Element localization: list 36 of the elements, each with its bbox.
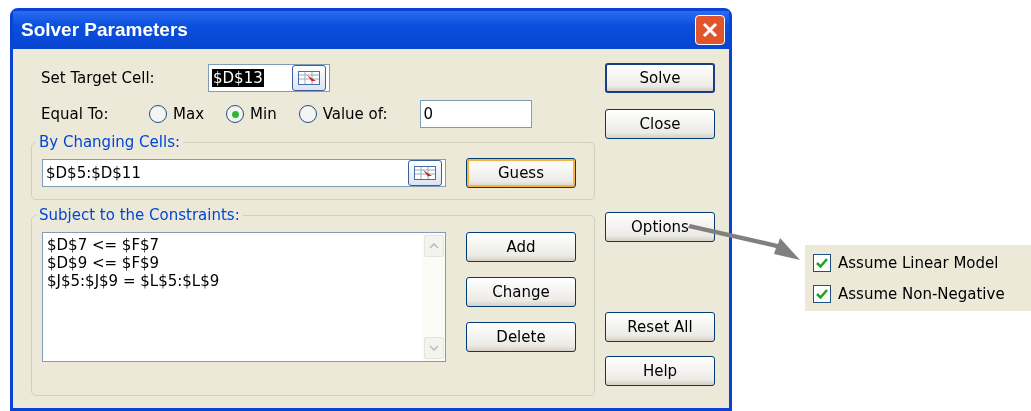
range-select-icon — [414, 166, 436, 180]
range-select-button[interactable] — [292, 65, 326, 91]
dialog-button[interactable]: Solve — [605, 63, 715, 93]
checkmark-icon — [816, 288, 828, 299]
range-select-button[interactable] — [408, 160, 442, 186]
close-button[interactable] — [695, 15, 725, 45]
radio-option[interactable]: Min — [226, 105, 277, 123]
field-label: Equal To: — [40, 105, 110, 123]
value-field[interactable]: 0 — [419, 100, 532, 128]
range-select-icon — [298, 71, 320, 85]
dialog-button[interactable]: Options — [605, 212, 715, 242]
dialog-button[interactable]: Help — [605, 356, 715, 386]
dialog-button[interactable]: Reset All — [605, 312, 715, 342]
radio-option[interactable]: Value of: — [298, 105, 388, 123]
checkbox-option[interactable]: Assume Non-Negative — [813, 284, 1023, 303]
group-label: By Changing Cells: — [38, 133, 181, 151]
checkmark-icon — [816, 257, 828, 268]
group-label: Subject to the Constraints: — [38, 206, 241, 224]
guess-button[interactable]: Guess — [466, 158, 576, 188]
window-title: Solver Parameters — [21, 19, 188, 41]
radio-option[interactable]: Max — [149, 105, 204, 123]
dialog-button[interactable]: Change — [466, 277, 576, 307]
field-value: $D$13 — [212, 69, 264, 87]
list-item[interactable]: $J$5:$J$9 = $L$5:$L$9 — [47, 272, 419, 290]
dialog-button[interactable]: Add — [466, 232, 576, 262]
checkbox-option[interactable]: Assume Linear Model — [813, 253, 1023, 272]
field-label: Set Target Cell: — [40, 69, 156, 87]
list-item[interactable]: $D$7 <= $F$7 — [47, 236, 419, 254]
changing-cells-field[interactable]: $D$5:$D$11 — [42, 159, 446, 187]
close-icon — [702, 22, 718, 38]
dialog-button[interactable]: Delete — [466, 322, 576, 352]
dialog-button[interactable]: Close — [605, 109, 715, 139]
target-cell-field[interactable]: $D$13 — [208, 64, 330, 92]
list-item[interactable]: $D$9 <= $F$9 — [47, 254, 419, 272]
scrollbar[interactable] — [423, 233, 445, 361]
constraints-list[interactable]: $D$7 <= $F$7 $D$9 <= $F$9 $J$5:$J$9 = $L$5:$L$9 — [42, 232, 446, 362]
